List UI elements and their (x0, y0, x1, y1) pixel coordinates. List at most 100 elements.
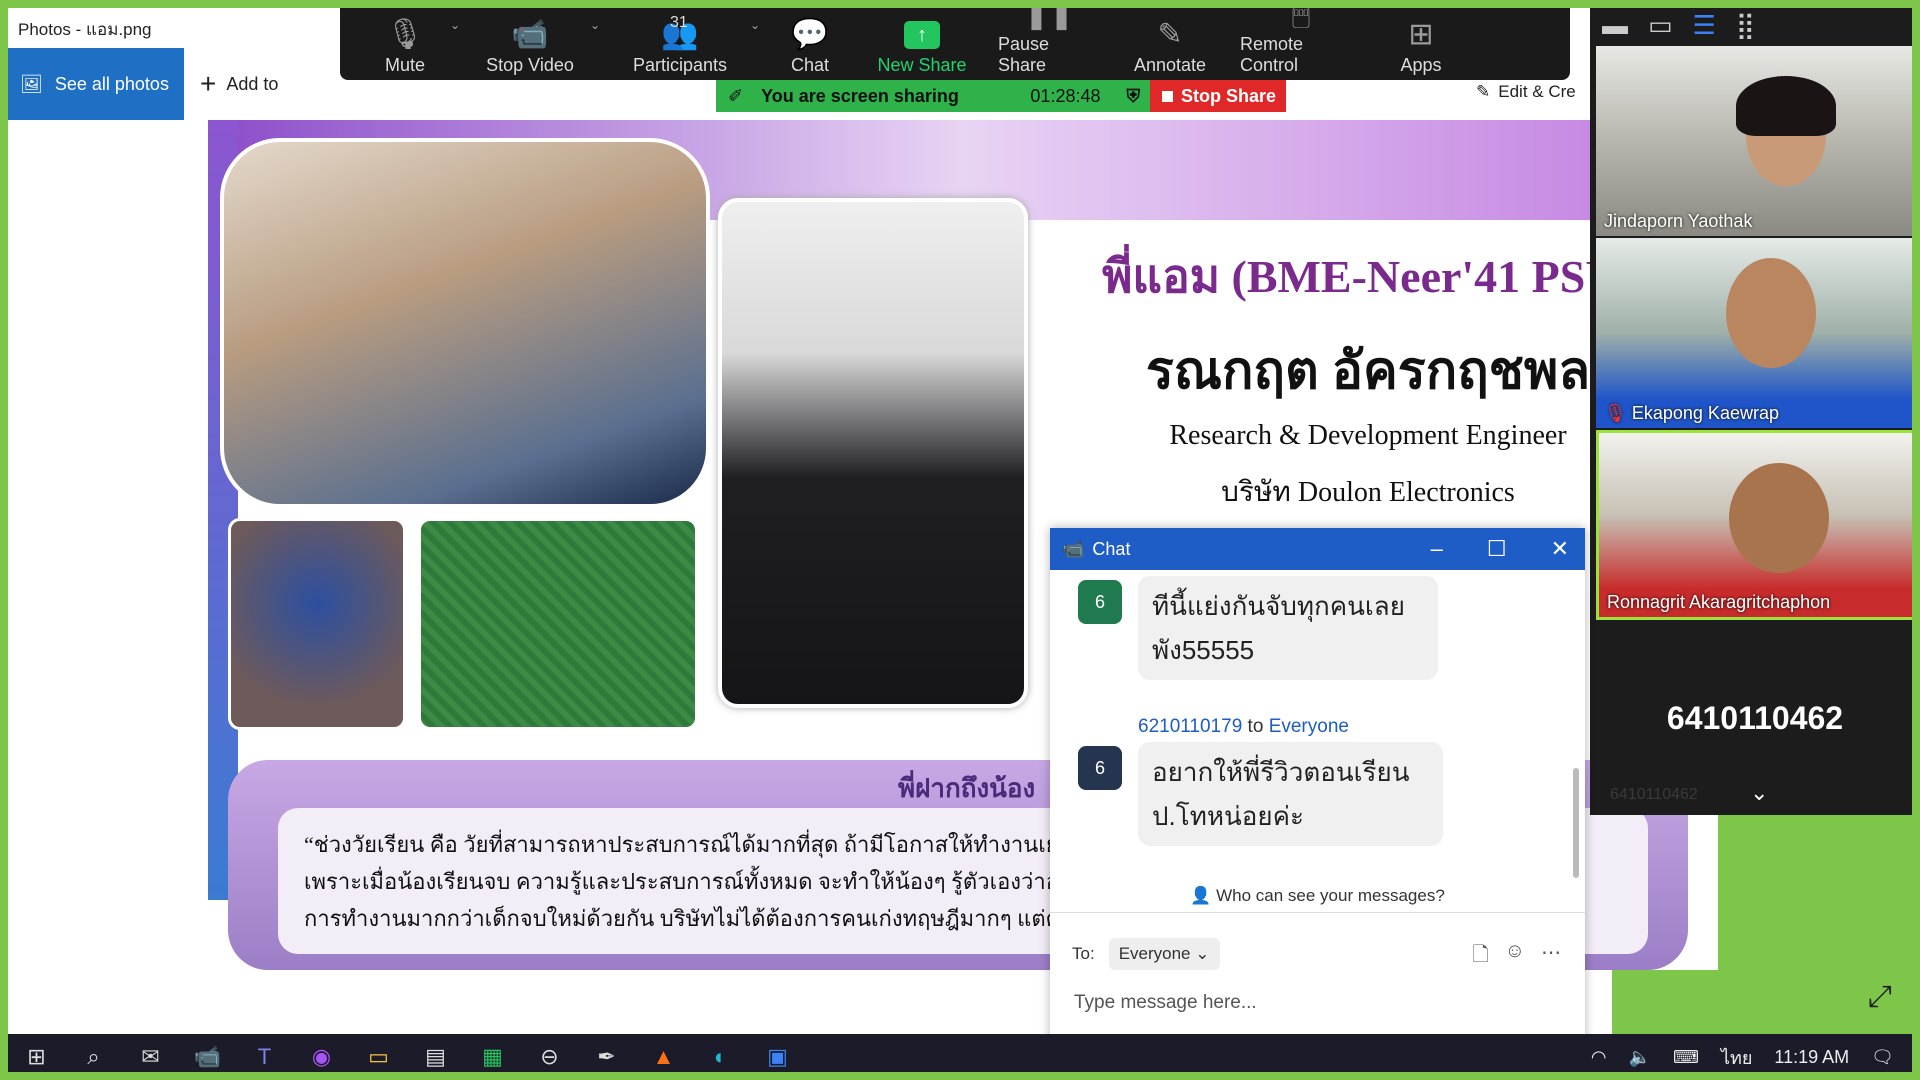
see-all-photos-label: See all photos (54, 73, 169, 94)
participant-face (1729, 463, 1829, 573)
notification-icon[interactable]: 🗨 (1871, 1047, 1894, 1068)
edit-create-label: Edit & Cre (1498, 82, 1576, 101)
chat-title: Chat (1092, 538, 1131, 559)
pencil-icon: ✎ (1157, 18, 1183, 51)
slide-company: บริษัท Doulon Electronics (1221, 477, 1515, 508)
chat-message-line: ป.โทหน่อยค่ะ (1152, 801, 1304, 831)
notepad-icon[interactable]: ▤ (407, 1034, 464, 1080)
drag-handle-icon[interactable]: ✐ (728, 86, 743, 107)
chat-actions: 🗋 ☺ ⋯ (1472, 940, 1561, 974)
screen-sharing-bar: ✐ You are screen sharing 01:28:48 ⛨ Stop… (716, 80, 1286, 112)
slide-nickname: พี่แอม (BME-Neer'41 PSU) (1102, 251, 1634, 302)
sender-id[interactable]: 6210110179 (1138, 716, 1242, 737)
chat-title-bar[interactable]: 📹 Chat – ☐ ✕ (1050, 528, 1585, 570)
volume-icon[interactable]: 🔈 (1629, 1047, 1651, 1068)
apps-label: Apps (1400, 55, 1442, 75)
start-icon[interactable]: ⊞ (8, 1034, 65, 1080)
mute-button[interactable]: 🎙 Mute ⌄ (350, 4, 460, 76)
chevron-down-icon[interactable]: ⌄ (750, 18, 760, 32)
chat-window: 📹 Chat – ☐ ✕ 6 ทีนี้แย่งกันจับทุกคนเลย พ… (1050, 528, 1585, 1080)
sharing-status: ✐ You are screen sharing 01:28:48 ⛨ (716, 80, 1150, 112)
keyboard-icon[interactable]: ⌨ (1673, 1047, 1699, 1068)
zoom-camera-icon: 📹 (1062, 538, 1085, 559)
slide-fullname: รณกฤต อัครกฤชพล (1145, 343, 1591, 400)
participants-button[interactable]: 👥 31 Participants ⌄ (600, 4, 760, 76)
share-arrow-icon: ↑ (904, 21, 940, 49)
participant-name: Jindaporn Yaothak (1604, 211, 1753, 231)
more-icon[interactable]: ⋯ (1541, 940, 1561, 974)
pause-share-label: Pause Share (998, 34, 1050, 75)
panel-controls: ▬ ▭ ☰ ⣿ (1602, 10, 1755, 41)
minimize-icon[interactable]: – (1431, 536, 1443, 562)
file-icon[interactable]: 🗋 (1472, 940, 1488, 974)
camera-icon: 📹 (511, 18, 549, 51)
remote-control-button[interactable]: 🖱 Remote Control (1226, 0, 1376, 76)
stop-video-button[interactable]: 📹 Stop Video ⌄ (460, 4, 600, 76)
new-share-button[interactable]: ↑ New Share (860, 4, 984, 76)
apps-icon: ⊞ (1408, 18, 1434, 51)
excel-icon[interactable]: ▦ (464, 1034, 521, 1080)
chevron-down-icon[interactable]: ⌄ (590, 18, 600, 32)
language-indicator[interactable]: ไทย (1721, 1043, 1752, 1072)
edge-icon[interactable]: ◐ (692, 1034, 749, 1080)
app-icon[interactable]: ⊖ (521, 1034, 578, 1080)
zoom-icon[interactable]: 📹 (179, 1034, 236, 1080)
matlab-icon[interactable]: ▲ (635, 1034, 692, 1080)
stop-video-label: Stop Video (486, 55, 574, 75)
recipient[interactable]: Everyone (1269, 716, 1349, 737)
minimize-icon[interactable]: ▬ (1602, 10, 1628, 41)
participant-video-active[interactable]: Ronnagrit Akaragritchaphon (1596, 430, 1920, 620)
see-all-photos-button[interactable]: 🖼 See all photos (8, 48, 184, 120)
divider (1050, 912, 1585, 913)
remote-control-label: Remote Control (1240, 34, 1304, 75)
recipient-dropdown[interactable]: Everyone ⌄ (1108, 938, 1220, 970)
gallery-view-icon[interactable]: ⣿ (1736, 10, 1755, 41)
annotate-button[interactable]: ✎ Annotate (1114, 4, 1226, 76)
shield-icon: ⛨ (1126, 85, 1141, 106)
expand-icon[interactable]: ⤢ (1868, 980, 1892, 1014)
participants-label: Participants (632, 55, 728, 75)
close-icon[interactable]: ✕ (1551, 536, 1569, 562)
photos-icon[interactable]: ▣ (749, 1034, 806, 1080)
apps-button[interactable]: ⊞ Apps (1376, 4, 1466, 76)
participants-count: 31 (670, 14, 688, 31)
add-to-label: Add to (226, 73, 279, 94)
participant-name-label: Ekapong Kaewrap (1631, 403, 1779, 423)
speaker-view-icon[interactable]: ☰ (1693, 10, 1716, 41)
zoom-toolbar: 🎙 Mute ⌄ 📹 Stop Video ⌄ 👥 31 Participant… (340, 0, 1570, 80)
who-can-see-link[interactable]: 👤 Who can see your messages? (1050, 886, 1585, 906)
wifi-icon[interactable]: ◠ (1591, 1047, 1607, 1068)
participant-video[interactable]: Jindaporn Yaothak (1596, 46, 1920, 236)
chat-message: อยากให้พี่รีวิวตอนเรียน ป.โทหน่อยค่ะ (1138, 742, 1443, 846)
file-explorer-icon[interactable]: ▭ (350, 1034, 407, 1080)
chat-button[interactable]: 💬 Chat (760, 4, 860, 76)
self-participant-label: 6410110462 (1610, 786, 1698, 803)
chevron-down-icon[interactable]: ⌄ (1750, 780, 1768, 806)
add-to-button[interactable]: + Add to (200, 48, 278, 120)
chat-label: Chat (790, 55, 830, 75)
messenger-icon[interactable]: ◉ (293, 1034, 350, 1080)
message-title: พี่ฝากถึงน้อง (898, 774, 1036, 803)
teams-icon[interactable]: T (236, 1034, 293, 1080)
clock[interactable]: 11:19 AM (1774, 1047, 1849, 1068)
participant-video[interactable]: 🎙 Ekapong Kaewrap (1596, 238, 1920, 428)
windows-taskbar: ⊞ ⌕ ✉ 📹 T ◉ ▭ ▤ ▦ ⊖ ✒ ▲ ◐ ▣ ◠ 🔈 ⌨ ไทย 11… (8, 1034, 1912, 1080)
maximize-icon[interactable]: ☐ (1487, 536, 1507, 562)
self-participant-number: 6410110462 (1666, 700, 1844, 736)
search-icon[interactable]: ⌕ (65, 1034, 122, 1080)
emoji-icon[interactable]: ☺ (1505, 940, 1525, 974)
edit-create-button[interactable]: ✎ Edit & Cre (1476, 82, 1576, 102)
pen-app-icon[interactable]: ✒ (578, 1034, 635, 1080)
participant-hair (1736, 76, 1836, 136)
chat-scrollbar[interactable] (1573, 768, 1579, 878)
window-title: Photos - แอม.png (18, 20, 152, 39)
video-only-icon[interactable]: ▭ (1648, 10, 1673, 41)
stop-share-button[interactable]: Stop Share (1150, 80, 1286, 112)
group-photo (220, 138, 710, 508)
stop-icon (1162, 90, 1173, 102)
pause-share-button[interactable]: ❚❚ Pause Share (984, 0, 1114, 76)
mail-icon[interactable]: ✉ (122, 1034, 179, 1080)
message-input[interactable]: Type message here... (1074, 992, 1257, 1014)
chevron-down-icon[interactable]: ⌄ (450, 18, 460, 32)
muted-mic-icon: 🎙 (1604, 403, 1627, 423)
